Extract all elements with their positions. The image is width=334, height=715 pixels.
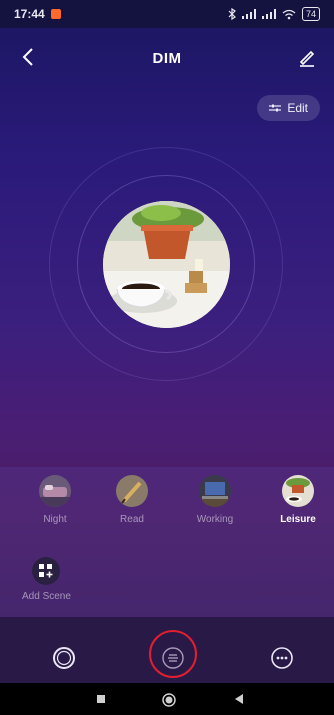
edit-label: Edit: [287, 101, 308, 115]
edit-button[interactable]: Edit: [257, 95, 320, 121]
scene-read[interactable]: Read: [102, 475, 162, 525]
scene-leisure-label: Leisure: [280, 514, 316, 525]
scene-night-thumbnail: [39, 475, 71, 507]
coffee-scene-illustration: [103, 201, 230, 328]
scene-night-label: Night: [43, 514, 67, 525]
notification-icon: [50, 9, 61, 19]
scene-leisure[interactable]: Leisure: [268, 475, 328, 525]
scene-night[interactable]: Night: [25, 475, 85, 525]
status-time: 17:44: [14, 7, 45, 21]
pencil-icon[interactable]: [296, 46, 318, 68]
scene-leisure-thumbnail: [282, 475, 314, 507]
bed-icon: [39, 475, 71, 507]
back-arrow-icon[interactable]: [18, 46, 40, 68]
bluetooth-icon: [228, 8, 236, 20]
scene-working-label: Working: [196, 514, 234, 525]
back-triangle-icon[interactable]: [233, 693, 245, 705]
sliders-icon: [269, 104, 282, 112]
add-scene-icon: [32, 557, 60, 585]
status-bar: 17:44 74: [0, 0, 334, 28]
signal-icon-2: [261, 9, 276, 19]
header: DIM: [0, 40, 334, 76]
power-icon[interactable]: [51, 645, 77, 671]
app-screen: 17:44 74 DIM Edit Night Read Working Lei…: [0, 0, 334, 715]
coffee-icon: [282, 475, 314, 507]
add-scene-label: Add Scene: [22, 591, 71, 602]
more-icon[interactable]: [269, 645, 295, 671]
pen-icon: [116, 475, 148, 507]
scene-working-thumbnail: [199, 475, 231, 507]
battery-indicator: 74: [301, 7, 320, 21]
add-scene-button[interactable]: Add Scene: [22, 557, 82, 602]
scene-read-thumbnail: [116, 475, 148, 507]
current-scene-image[interactable]: [103, 201, 230, 328]
page-title: DIM: [152, 49, 182, 67]
laptop-icon: [199, 475, 231, 507]
wifi-icon: [282, 9, 296, 19]
scene-read-label: Read: [120, 514, 144, 525]
home-icon[interactable]: [162, 693, 176, 707]
scenes-icon[interactable]: [160, 645, 186, 671]
recents-icon[interactable]: [95, 693, 107, 705]
status-icons: 74: [228, 7, 320, 21]
grid-plus-icon: [39, 564, 53, 578]
signal-icon: [241, 9, 256, 19]
scene-working[interactable]: Working: [185, 475, 245, 525]
